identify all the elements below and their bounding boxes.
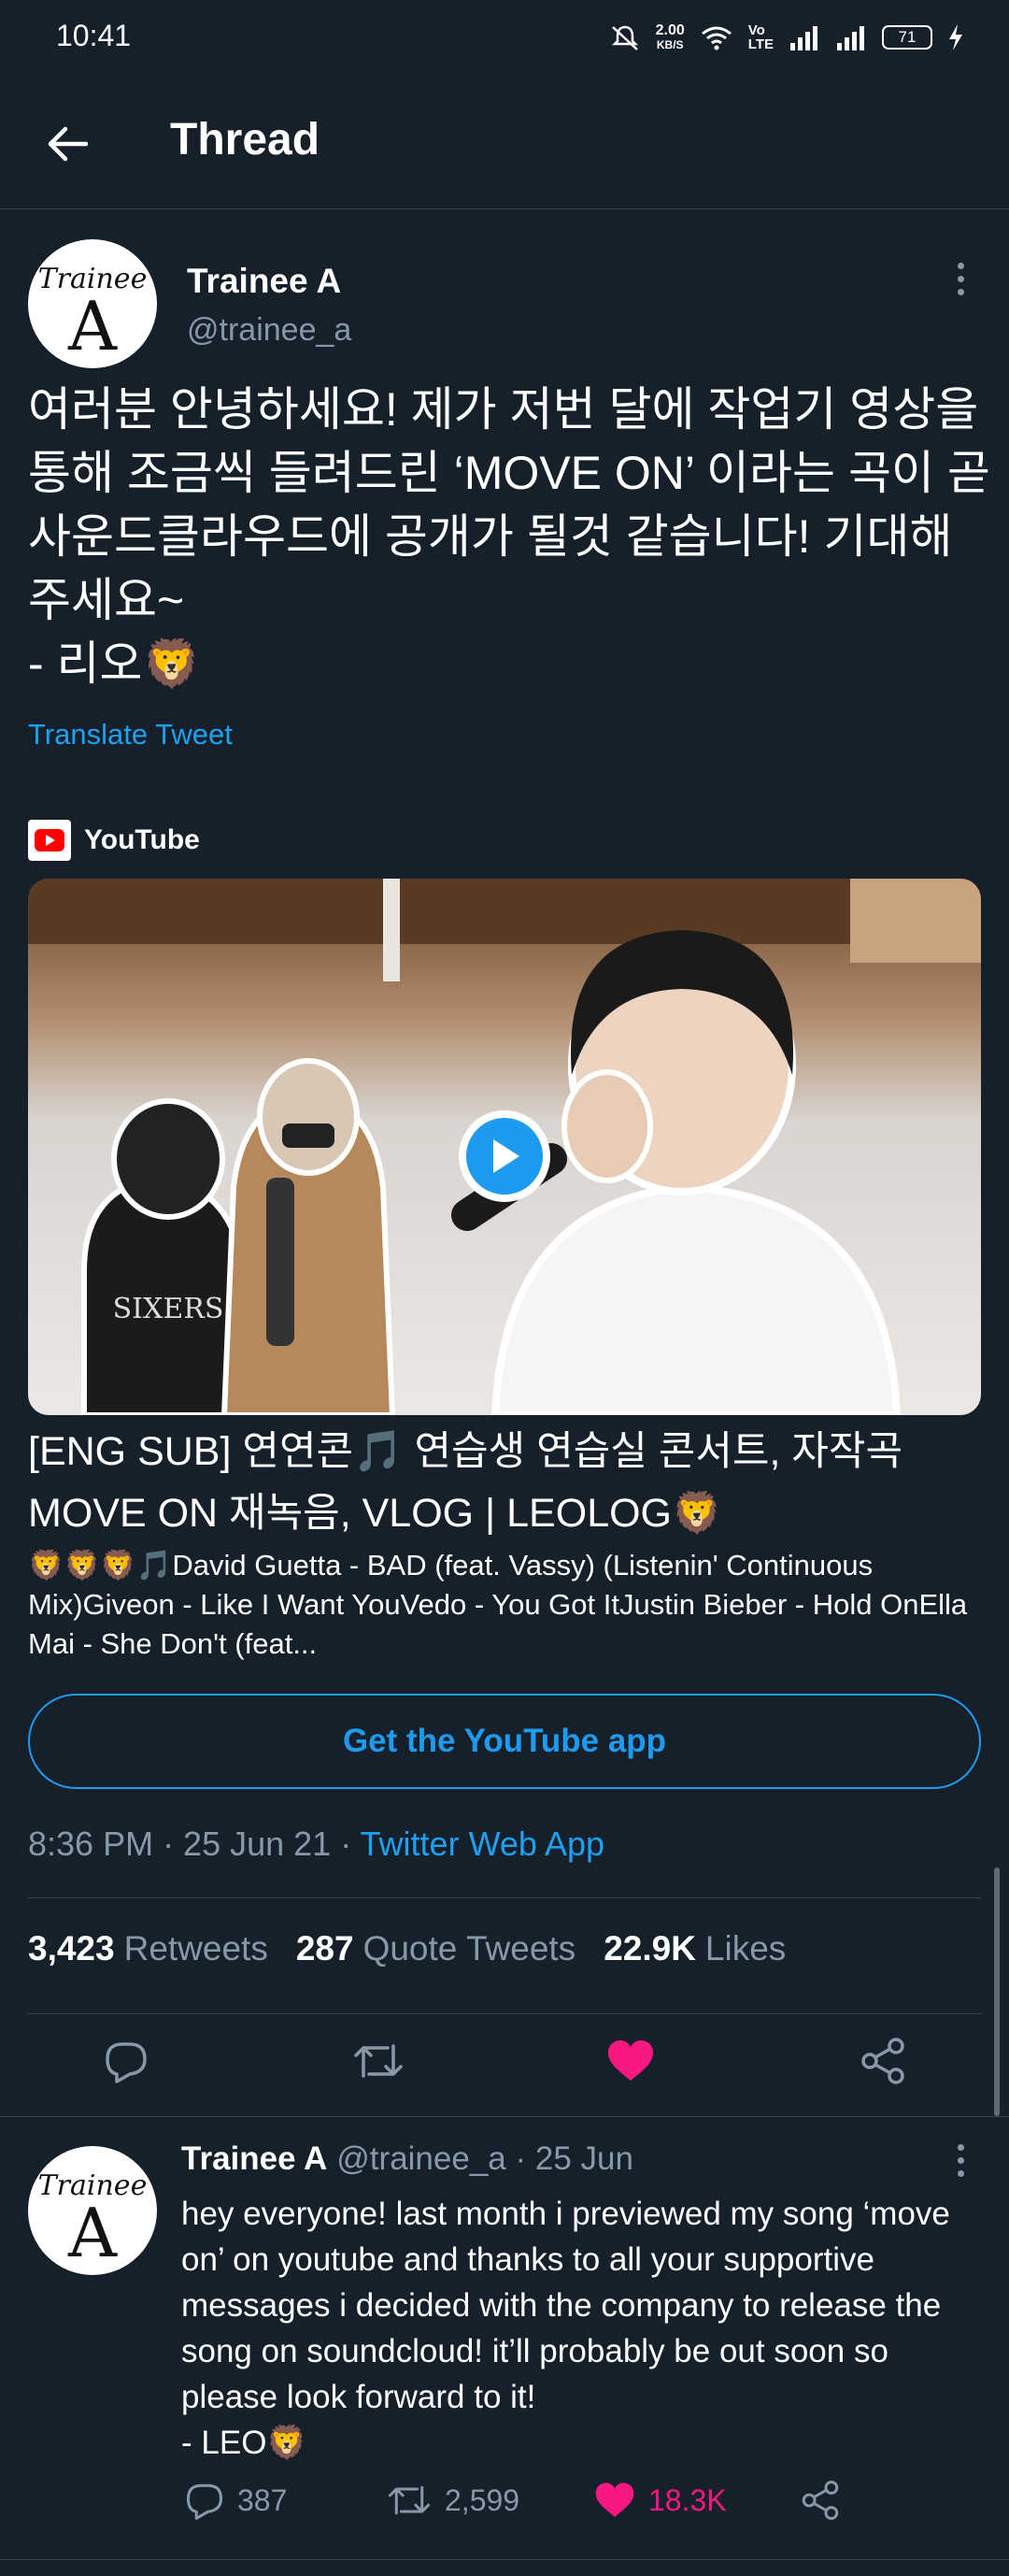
reply-like-button[interactable]: 18.3K xyxy=(594,2475,727,2526)
divider xyxy=(0,2116,1009,2117)
reply-retweet-count: 2,599 xyxy=(445,2483,520,2517)
mute-icon xyxy=(611,25,638,50)
retweet-icon xyxy=(388,2485,431,2515)
more-icon xyxy=(957,2143,964,2151)
page-title: Thread xyxy=(170,115,320,165)
like-icon xyxy=(608,2040,653,2081)
tweet-meta: 8:36 PM · 25 Jun 21 · Twitter Web App xyxy=(28,1825,604,1864)
status-time: 10:41 xyxy=(56,19,132,52)
divider xyxy=(0,2559,1009,2560)
more-icon xyxy=(957,262,964,269)
author-name[interactable]: Trainee A xyxy=(187,262,341,301)
reply-share-button[interactable] xyxy=(800,2475,841,2526)
get-youtube-app-button[interactable]: Get the YouTube app xyxy=(28,1694,981,1789)
back-arrow-icon xyxy=(48,126,88,162)
reply-retweet-button[interactable]: 2,599 xyxy=(387,2475,519,2526)
network-speed: 2.00 KB/S xyxy=(655,22,685,52)
reply-reply-count: 387 xyxy=(237,2483,288,2517)
quote-tweets-stat[interactable]: 287 Quote Tweets xyxy=(296,1929,576,1968)
wifi-icon xyxy=(701,26,732,50)
reply-header: Trainee A @trainee_a · 25 Jun xyxy=(181,2140,633,2178)
avatar-logo: Trainee A xyxy=(38,263,148,365)
client-link[interactable]: Twitter Web App xyxy=(361,1825,604,1863)
play-icon xyxy=(493,1139,519,1173)
card-source-label: YouTube xyxy=(84,824,200,855)
author-handle[interactable]: @trainee_a xyxy=(187,312,351,349)
reply-more-button[interactable] xyxy=(949,2134,972,2186)
share-icon xyxy=(861,2038,904,2084)
signal-icon xyxy=(837,26,864,50)
battery-indicator: 71 xyxy=(882,25,932,50)
card-source: YouTube xyxy=(28,819,200,862)
svg-text:SIXERS: SIXERS xyxy=(113,1293,224,1325)
card-title[interactable]: [ENG SUB] 연연콘🎵 연습생 연습실 콘서트, 자작곡 MOVE ON … xyxy=(28,1421,981,1544)
tweet-text: 여러분 안녕하세요! 제가 저번 달에 작업기 영상을 통해 조금씩 들려드린 … xyxy=(28,383,990,690)
retweet-icon xyxy=(354,2044,403,2078)
reply-author-handle[interactable]: @trainee_a xyxy=(336,2140,505,2177)
svg-text:A: A xyxy=(67,2194,118,2272)
like-button[interactable] xyxy=(598,2028,663,2094)
tweet-stats: 3,423 Retweets 287 Quote Tweets 22.9K Likes xyxy=(28,1929,786,1968)
status-bar: 10:41 2.00 KB/S Vo LTE 71 xyxy=(0,0,1009,77)
avatar[interactable]: Trainee A xyxy=(28,239,157,368)
share-button[interactable] xyxy=(850,2028,916,2094)
retweets-stat[interactable]: 3,423 Retweets xyxy=(28,1929,268,1968)
status-icons: 2.00 KB/S Vo LTE 71 xyxy=(609,17,964,58)
thread-screen: 10:41 2.00 KB/S Vo LTE 71 Thread Trainee… xyxy=(0,0,1009,2576)
play-button[interactable] xyxy=(459,1110,550,1202)
reply-date: · 25 Jun xyxy=(515,2140,633,2177)
reply-icon xyxy=(186,2483,223,2520)
reply-icon xyxy=(106,2042,147,2083)
like-icon xyxy=(595,2483,634,2517)
thread-header: Thread xyxy=(0,77,1009,209)
reply-button[interactable] xyxy=(93,2028,159,2094)
share-icon xyxy=(802,2481,839,2520)
reply-like-count: 18.3K xyxy=(648,2483,727,2517)
divider xyxy=(28,2013,981,2014)
signal-icon xyxy=(790,26,817,50)
reply-avatar[interactable]: Trainee A xyxy=(28,2146,157,2275)
back-button[interactable] xyxy=(41,118,93,170)
youtube-logo-icon xyxy=(28,820,71,861)
avatar-logo: Trainee A xyxy=(38,2169,148,2272)
volte-indicator: Vo LTE xyxy=(747,22,774,52)
charging-icon xyxy=(949,24,962,50)
svg-text:A: A xyxy=(67,287,118,365)
tweet-timestamp: 8:36 PM · 25 Jun 21 · xyxy=(28,1825,361,1863)
scrollbar[interactable] xyxy=(994,1868,1000,2116)
divider xyxy=(28,1897,981,1898)
likes-stat[interactable]: 22.9K Likes xyxy=(604,1929,786,1968)
retweet-button[interactable] xyxy=(346,2028,411,2094)
translate-tweet-link[interactable]: Translate Tweet xyxy=(28,718,233,751)
more-button[interactable] xyxy=(949,252,972,305)
reply-text: hey everyone! last month i previewed my … xyxy=(181,2196,950,2461)
card-description: 🦁🦁🦁🎵David Guetta - BAD (feat. Vassy) (Li… xyxy=(28,1549,968,1660)
reply-author-name[interactable]: Trainee A xyxy=(181,2140,327,2177)
reply-reply-button[interactable]: 387 xyxy=(185,2475,287,2526)
